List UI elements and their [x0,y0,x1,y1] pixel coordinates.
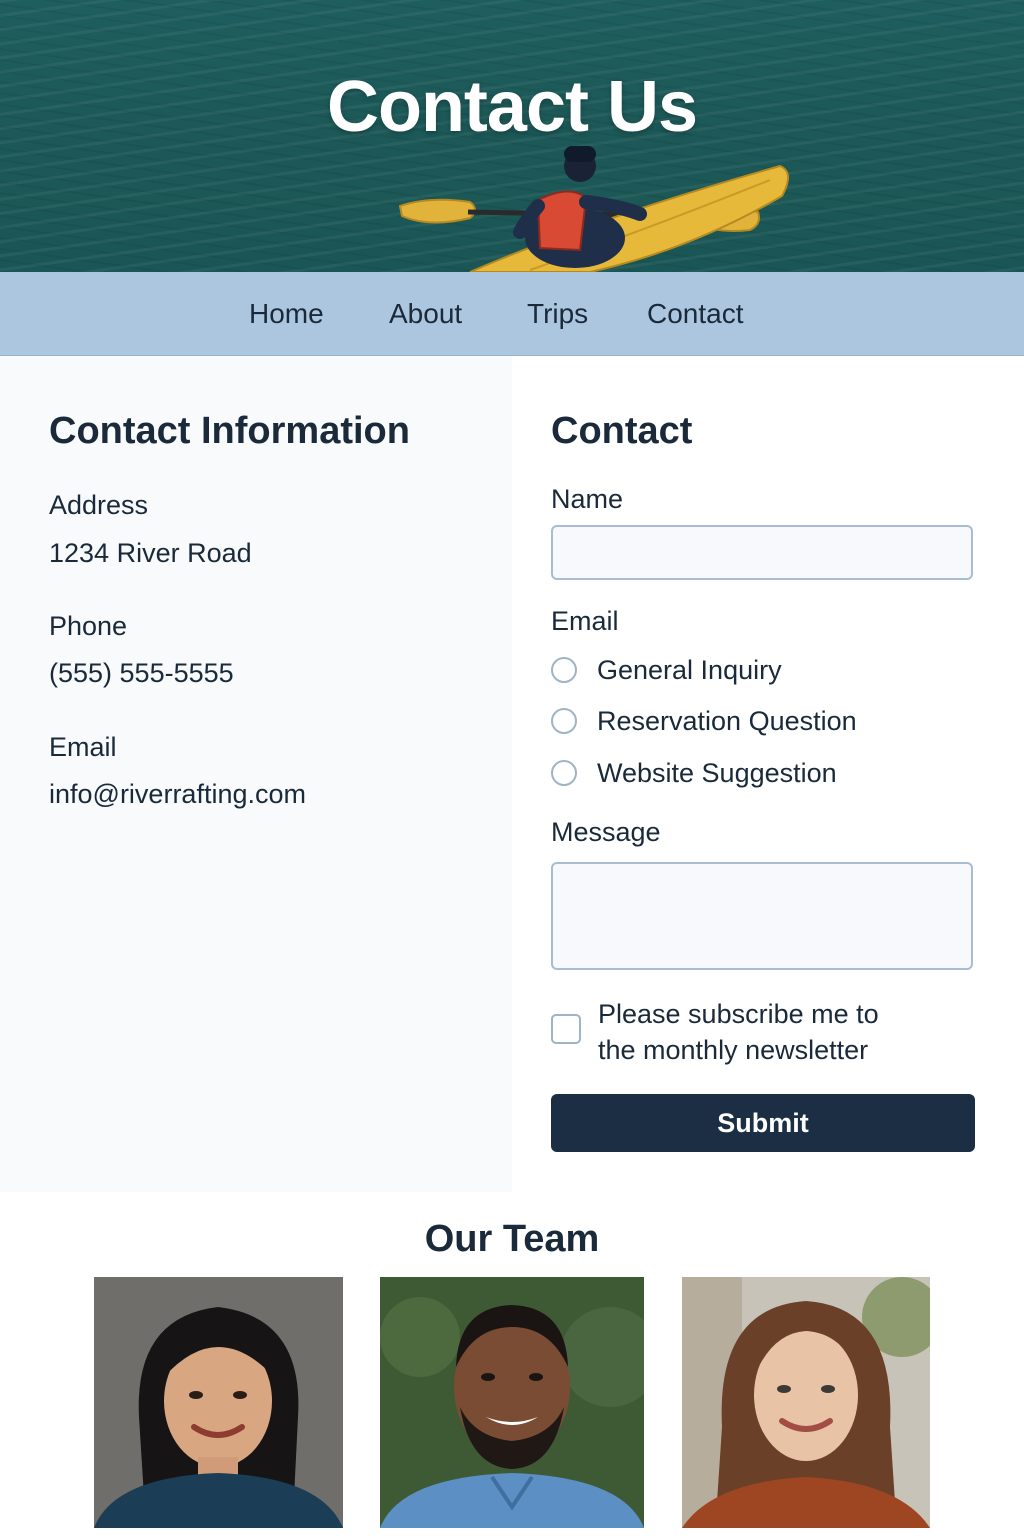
radio-website-suggestion[interactable] [551,760,577,786]
address-label: Address [49,490,149,520]
email-value[interactable]: info@riverrafting.com [49,779,306,810]
contact-info-panel [0,356,512,1192]
man-beard-avatar [380,1277,644,1528]
email-options-label: Email [551,606,619,636]
contact-info-heading: Contact Information [49,410,410,452]
radio-reservation-question-label[interactable]: Reservation Question [597,706,857,737]
name-label: Name [551,484,624,514]
team-photo-2 [380,1277,644,1528]
team-heading: Our Team [424,1218,600,1260]
nav-contact[interactable]: Contact [647,298,744,330]
phone-value: (555) 555-5555 [49,658,234,688]
radio-reservation-question[interactable] [551,708,577,734]
newsletter-checkbox[interactable] [551,1014,581,1044]
name-input[interactable] [551,525,973,580]
address-value: 1234 River Road [49,538,252,568]
nav-about[interactable]: About [389,298,462,330]
nav-home[interactable]: Home [249,298,324,330]
phone-label: Phone [49,611,128,641]
email-label: Email [49,732,117,762]
hero-banner: Contact Us [0,0,1024,272]
team-photo-3 [682,1277,930,1528]
woman-dark-hair-avatar [94,1277,343,1528]
submit-button[interactable]: Submit [551,1094,975,1152]
kayaker-illustration [398,146,789,272]
radio-website-suggestion-label[interactable]: Website Suggestion [597,758,837,789]
team-photo-1 [94,1277,343,1528]
nav-trips[interactable]: Trips [527,298,588,330]
message-textarea[interactable] [551,862,973,970]
newsletter-label[interactable]: Please subscribe me to the monthly newsl… [598,996,918,1068]
woman-auburn-hair-avatar [682,1277,930,1528]
main-nav: Home About Trips Contact [0,272,1024,356]
radio-general-inquiry[interactable] [551,657,577,683]
radio-general-inquiry-label[interactable]: General Inquiry [597,655,782,686]
page-title: Contact Us [326,67,698,147]
form-heading: Contact [551,410,693,452]
message-label: Message [551,817,661,847]
